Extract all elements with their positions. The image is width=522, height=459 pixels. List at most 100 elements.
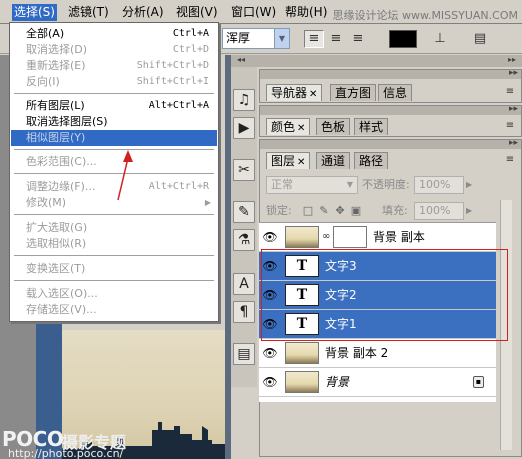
collapse-icon[interactable]: ▸▸: [509, 104, 518, 114]
poco-url: http://photo.poco.cn/: [8, 447, 124, 459]
eye-icon[interactable]: 👁: [262, 346, 278, 360]
layer-comps-icon[interactable]: ▤: [233, 343, 255, 365]
lock-transparency-icon[interactable]: □: [302, 205, 314, 217]
lock-icon: ▪: [473, 376, 484, 388]
menu-item-modify[interactable]: 修改(M) ▶: [11, 195, 217, 211]
chevron-right-icon[interactable]: ▶: [466, 176, 472, 194]
eye-icon[interactable]: 👁: [262, 375, 278, 389]
menu-item-save-selection[interactable]: 存储选区(V)...: [11, 302, 217, 318]
menu-item-similar[interactable]: 选取相似(R): [11, 236, 217, 252]
tab-swatches[interactable]: 色板: [316, 118, 351, 135]
lock-all-icon[interactable]: ▣: [350, 205, 362, 217]
layer-thumbnail: [285, 226, 319, 248]
chevron-right-icon: ▶: [204, 198, 211, 207]
antialias-select[interactable]: 浑厚 ▼: [222, 28, 290, 49]
blend-mode-select[interactable]: 正常 ▼: [266, 176, 358, 194]
menu-item-all-layers[interactable]: 所有图层(L) Alt+Ctrl+A: [11, 98, 217, 114]
tab-styles[interactable]: 样式: [354, 118, 389, 135]
text-color-swatch[interactable]: [389, 30, 417, 48]
tab-channels[interactable]: 通道: [316, 152, 351, 169]
panel-grip[interactable]: ▸▸: [260, 68, 521, 79]
menu-item-grow[interactable]: 扩大选取(G): [11, 220, 217, 236]
tab-info[interactable]: 信息: [378, 84, 413, 101]
align-center-button[interactable]: ≡: [326, 30, 346, 48]
menu-separator: [14, 173, 214, 175]
poco-watermark: POCO 摄影专题 http://photo.poco.cn/: [0, 425, 200, 459]
align-right-button[interactable]: ≡: [348, 30, 368, 48]
menu-analysis[interactable]: 分析(A): [120, 4, 166, 21]
menu-window[interactable]: 窗口(W): [229, 4, 278, 21]
blend-row: 正常 ▼ 不透明度: 100% ▶: [264, 176, 519, 198]
menu-item-all[interactable]: 全部(A) Ctrl+A: [11, 26, 217, 42]
menu-help[interactable]: 帮助(H): [283, 4, 329, 21]
menu-separator: [14, 93, 214, 95]
menu-filter[interactable]: 滤镜(T): [66, 4, 111, 21]
mask-thumbnail[interactable]: [333, 226, 367, 248]
menu-item-load-selection[interactable]: 载入选区(O)...: [11, 286, 217, 302]
layer-thumbnail: [285, 371, 319, 393]
dock-title-bar[interactable]: ◂◂ ▸▸: [231, 55, 522, 67]
panel-menu-icon[interactable]: ≡: [503, 120, 517, 132]
close-icon: ✕: [297, 123, 306, 134]
menu-item-deselect[interactable]: 取消选择(D) Ctrl+D: [11, 42, 217, 58]
menu-item-similar-layers[interactable]: 相似图层(Y): [11, 130, 217, 146]
menu-item-reselect[interactable]: 重新选择(E) Shift+Ctrl+D: [11, 58, 217, 74]
panel-menu-icon[interactable]: ≡: [503, 86, 517, 98]
opacity-label: 不透明度:: [362, 178, 410, 191]
layer-row[interactable]: 👁 背景 ▪: [259, 368, 496, 397]
menu-bar: 选择(S) 滤镜(T) 分析(A) 视图(V) 窗口(W) 帮助(H) 思缘设计…: [0, 0, 522, 24]
expand-icon[interactable]: ▸▸: [508, 55, 516, 64]
lock-pixels-icon[interactable]: ✎: [318, 205, 330, 217]
lock-row: 锁定: □ ✎ ✥ ▣ 填充: 100% ▶: [264, 202, 519, 224]
collapse-icon[interactable]: ▸▸: [509, 138, 518, 148]
close-icon: ✕: [309, 89, 318, 100]
panel-grip[interactable]: ▸▸: [260, 104, 521, 115]
tab-histogram[interactable]: 直方图: [330, 84, 377, 101]
tab-paths[interactable]: 路径: [354, 152, 389, 169]
layer-name: 背景: [325, 375, 350, 389]
close-icon: ✕: [297, 157, 306, 168]
menu-item-deselect-layers[interactable]: 取消选择图层(S): [11, 114, 217, 130]
tab-color[interactable]: 颜色 ✕: [266, 118, 311, 135]
align-left-button[interactable]: ≡: [304, 30, 324, 48]
actions-icon[interactable]: ▶: [233, 117, 255, 139]
menu-separator: [14, 214, 214, 216]
menu-select[interactable]: 选择(S): [12, 4, 57, 21]
link-icon[interactable]: ∞: [322, 231, 330, 242]
menu-view[interactable]: 视图(V): [174, 4, 220, 21]
layer-row[interactable]: 👁 ∞ 背景 副本: [259, 223, 496, 252]
character-icon[interactable]: A: [233, 273, 255, 295]
collapsed-icon-column: ♫ ▶ ✂ ✎ ⚗ A ¶ ▤: [231, 67, 257, 387]
chevron-down-icon[interactable]: ▼: [274, 29, 289, 48]
brushes-icon[interactable]: ✎: [233, 201, 255, 223]
menu-item-color-range[interactable]: 色彩范围(C)...: [11, 154, 217, 170]
fill-field[interactable]: 100%: [414, 202, 464, 220]
antialias-value: 浑厚: [226, 31, 251, 45]
collapse-icon[interactable]: ▸▸: [509, 68, 518, 78]
panel-grip[interactable]: ▸▸: [260, 138, 521, 149]
tab-layers[interactable]: 图层 ✕: [266, 152, 311, 169]
menu-item-inverse[interactable]: 反向(I) Shift+Ctrl+I: [11, 74, 217, 90]
palettes-toggle-button[interactable]: ▤: [470, 30, 490, 48]
layer-row[interactable]: 👁 背景 副本 2: [259, 339, 496, 368]
lock-position-icon[interactable]: ✥: [334, 205, 346, 217]
menu-separator: [14, 149, 214, 151]
menu-separator: [14, 255, 214, 257]
menu-item-refine-edge[interactable]: 调整边缘(F)... Alt+Ctrl+R: [11, 179, 217, 195]
collapse-icon[interactable]: ◂◂: [237, 55, 245, 64]
layer-name: 背景 副本: [373, 230, 425, 244]
panel-menu-icon[interactable]: ≡: [503, 154, 517, 166]
tool-presets-icon[interactable]: ✂: [233, 159, 255, 181]
chevron-right-icon[interactable]: ▶: [466, 202, 472, 220]
tab-navigator[interactable]: 导航器 ✕: [266, 84, 323, 101]
history-icon[interactable]: ♫: [233, 89, 255, 111]
navigator-panel: ▸▸ 导航器 ✕ 直方图 信息 ≡: [259, 68, 522, 103]
opacity-field[interactable]: 100%: [414, 176, 464, 194]
menu-item-transform-selection[interactable]: 变换选区(T): [11, 261, 217, 277]
eye-icon[interactable]: 👁: [262, 230, 278, 244]
warp-text-button[interactable]: ⊥: [430, 30, 450, 48]
clone-source-icon[interactable]: ⚗: [233, 229, 255, 251]
paragraph-icon[interactable]: ¶: [233, 301, 255, 323]
color-panel: ▸▸ 颜色 ✕ 色板 样式 ≡: [259, 104, 522, 137]
layer-thumbnail: [285, 342, 319, 364]
